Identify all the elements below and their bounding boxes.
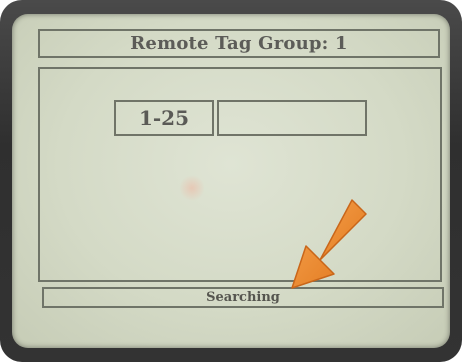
title-bar: Remote Tag Group: 1 bbox=[38, 29, 440, 58]
tag-range-cell: 1-25 bbox=[114, 100, 214, 136]
lcd-screen: Remote Tag Group: 1 1-25 Searching bbox=[12, 14, 450, 348]
screen-title: Remote Tag Group: 1 bbox=[130, 33, 348, 54]
device-bezel: Remote Tag Group: 1 1-25 Searching bbox=[0, 0, 462, 362]
screen-glare bbox=[180, 174, 204, 202]
orange-arrow-icon bbox=[291, 199, 367, 289]
status-bar: Searching bbox=[42, 287, 444, 308]
tag-value-cell bbox=[217, 100, 367, 136]
status-text: Searching bbox=[206, 290, 280, 305]
tag-range-label: 1-25 bbox=[138, 106, 190, 130]
